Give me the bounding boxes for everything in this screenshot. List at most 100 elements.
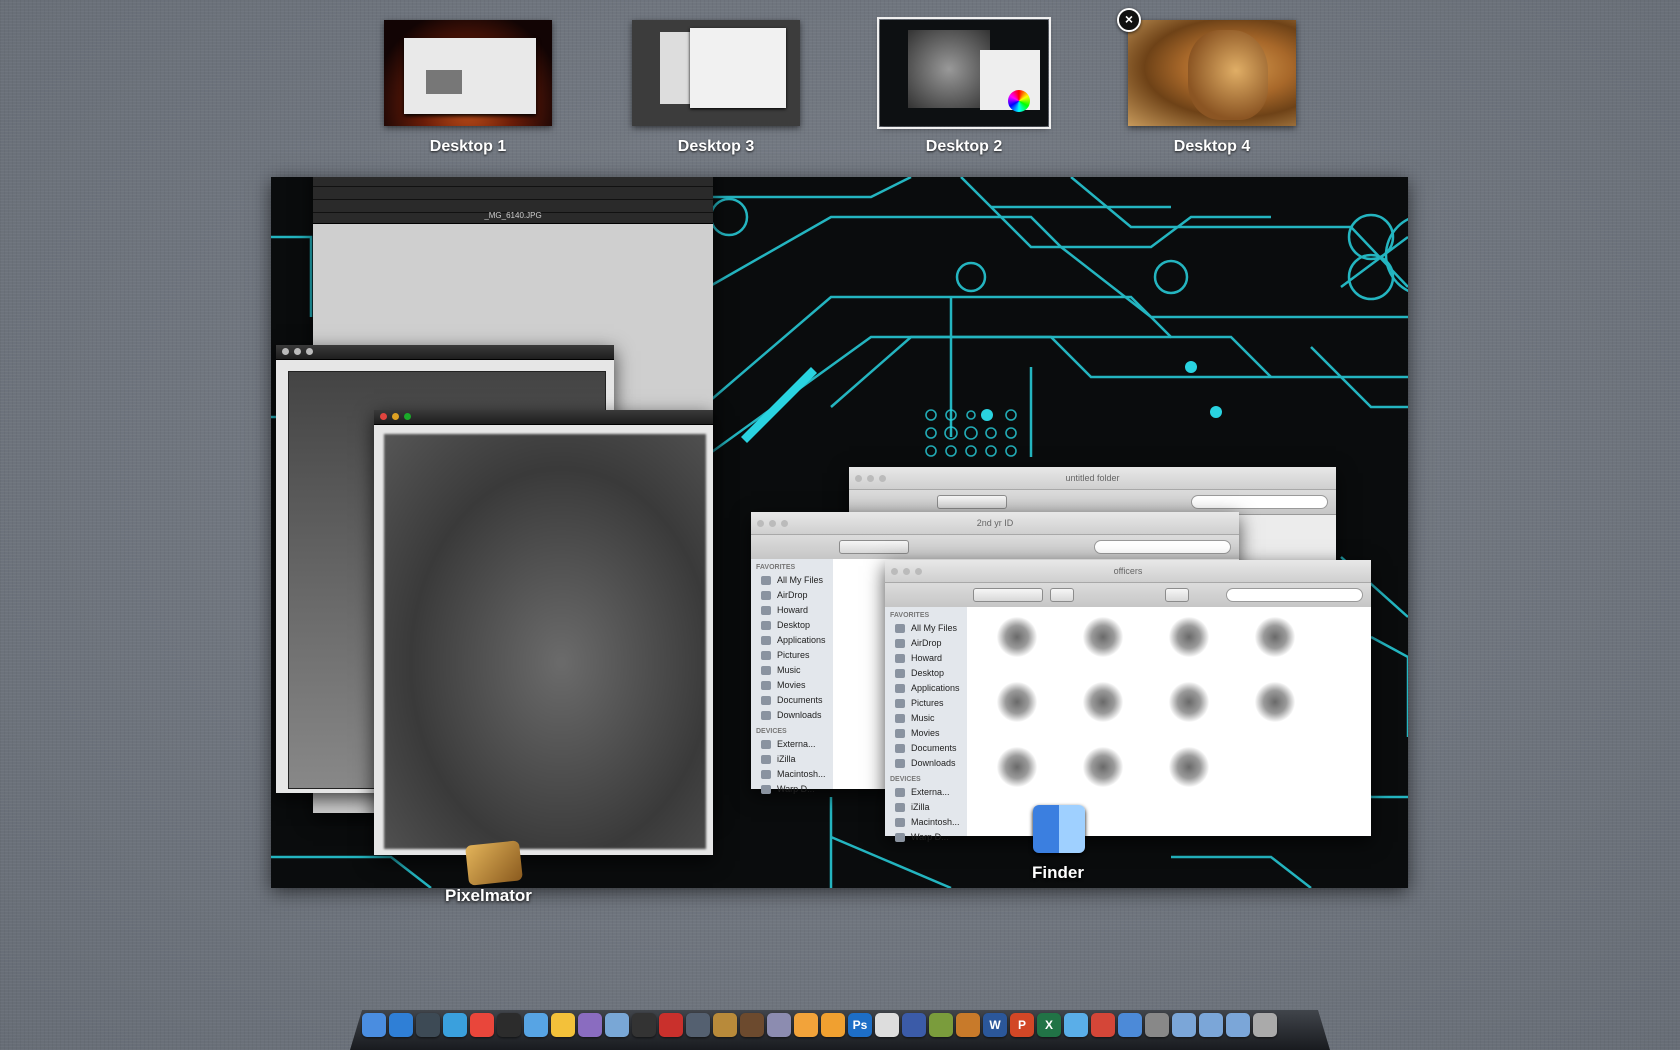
window-controls[interactable] [891, 560, 927, 582]
photoshop-icon[interactable]: Ps [848, 1013, 872, 1037]
acrobat-icon[interactable] [659, 1013, 683, 1037]
sidebar-item-movies[interactable]: Movies [751, 678, 833, 693]
window-controls[interactable] [757, 512, 793, 534]
sidebar-item-music[interactable]: Music [751, 663, 833, 678]
excel-icon[interactable]: X [1037, 1013, 1061, 1037]
window-controls[interactable] [282, 345, 318, 359]
window-titlebar[interactable] [374, 410, 713, 425]
window-titlebar[interactable]: untitled folder [849, 467, 1336, 490]
dashboard-icon[interactable] [497, 1013, 521, 1037]
window-titlebar[interactable]: officers [885, 560, 1371, 583]
sidebar-item-movies[interactable]: Movies [885, 726, 967, 741]
sidebar-item-applications[interactable]: Applications [885, 681, 967, 696]
iphoto-icon[interactable] [605, 1013, 629, 1037]
arrange-button[interactable] [1050, 588, 1074, 602]
sidebar-item-desktop[interactable]: Desktop [885, 666, 967, 681]
window-controls[interactable] [855, 467, 891, 489]
sidebar-item-applications[interactable]: Applications [751, 633, 833, 648]
sidebar-item-airdrop[interactable]: AirDrop [751, 588, 833, 603]
sidebar-item-all-my-files[interactable]: All My Files [885, 621, 967, 636]
sidebar-item-macintosh[interactable]: Macintosh... [885, 815, 967, 830]
chrome-icon[interactable] [470, 1013, 494, 1037]
messenger-icon[interactable] [1064, 1013, 1088, 1037]
sidebar-item-izilla[interactable]: iZilla [885, 800, 967, 815]
file-thumbnail[interactable] [1169, 617, 1209, 657]
app-store-icon[interactable] [389, 1013, 413, 1037]
sidebar-item-warp[interactable]: Warp D... [885, 830, 967, 845]
keynote-icon[interactable] [1118, 1013, 1142, 1037]
sidebar-item-downloads[interactable]: Downloads [885, 756, 967, 771]
finder-window-officers[interactable]: officers FAVORITES All My Files AirDrop … [885, 560, 1371, 842]
file-thumbnail[interactable] [1255, 682, 1295, 722]
file-thumbnail[interactable] [997, 682, 1037, 722]
sidebar-item-documents[interactable]: Documents [751, 693, 833, 708]
file-thumbnail[interactable] [1255, 617, 1295, 657]
file-thumbnail[interactable] [1083, 682, 1123, 722]
sidebar-item-pictures[interactable]: Pictures [885, 696, 967, 711]
window-titlebar[interactable]: _MG_6140.JPG [313, 177, 713, 224]
space-thumbnail[interactable] [1128, 20, 1296, 126]
brush-icon[interactable] [740, 1013, 764, 1037]
word-icon[interactable]: W [983, 1013, 1007, 1037]
sidebar-item-external[interactable]: Externa... [885, 785, 967, 800]
sidebar-item-howard[interactable]: Howard [885, 651, 967, 666]
textwrangler-icon[interactable] [875, 1013, 899, 1037]
sidebar-item-external[interactable]: Externa... [751, 737, 833, 752]
file-thumbnail[interactable] [997, 747, 1037, 787]
view-switcher[interactable] [937, 495, 1007, 509]
pages-icon[interactable] [821, 1013, 845, 1037]
view-switcher[interactable] [973, 588, 1043, 602]
sidebar-item-howard[interactable]: Howard [751, 603, 833, 618]
sidebar-item-downloads[interactable]: Downloads [751, 708, 833, 723]
adium-icon[interactable] [551, 1013, 575, 1037]
finder-icon[interactable] [1033, 805, 1085, 853]
sidebar-item-desktop[interactable]: Desktop [751, 618, 833, 633]
garageband-icon[interactable] [956, 1013, 980, 1037]
sidebar-item-macintosh[interactable]: Macintosh... [751, 767, 833, 782]
trash-icon[interactable] [1253, 1013, 1277, 1037]
file-thumbnail[interactable] [1169, 682, 1209, 722]
iphoto-2-icon[interactable] [794, 1013, 818, 1037]
xcode-icon[interactable] [902, 1013, 926, 1037]
action-button[interactable] [1165, 588, 1189, 602]
pixelmator-icon[interactable] [465, 840, 523, 886]
pixelmator-active-window[interactable] [374, 410, 713, 855]
window-controls[interactable] [380, 410, 416, 424]
powerpoint-icon[interactable]: P [1010, 1013, 1034, 1037]
imovie-icon[interactable] [767, 1013, 791, 1037]
sidebar-item-pictures[interactable]: Pictures [751, 648, 833, 663]
search-input[interactable] [1226, 588, 1363, 602]
app-label-finder[interactable]: Finder [1032, 863, 1084, 883]
coda-icon[interactable] [929, 1013, 953, 1037]
file-thumbnail[interactable] [1169, 747, 1209, 787]
app-label-pixelmator[interactable]: Pixelmator [445, 886, 532, 906]
sidebar-item-warp[interactable]: Warp D... [751, 782, 833, 797]
dvd-player-icon[interactable] [632, 1013, 656, 1037]
image-capture-icon[interactable] [686, 1013, 710, 1037]
sidebar-item-airdrop[interactable]: AirDrop [885, 636, 967, 651]
finder-icon[interactable] [362, 1013, 386, 1037]
window-titlebar[interactable] [276, 345, 614, 360]
close-space-icon[interactable]: × [1117, 8, 1141, 32]
file-thumbnail[interactable] [1083, 617, 1123, 657]
space-thumbnail[interactable] [632, 20, 800, 126]
system-preferences-icon[interactable] [1145, 1013, 1169, 1037]
downloads-folder-icon[interactable] [1226, 1013, 1250, 1037]
sidebar-item-music[interactable]: Music [885, 711, 967, 726]
file-thumbnail[interactable] [1083, 747, 1123, 787]
itunes-icon[interactable] [524, 1013, 548, 1037]
sidebar-item-documents[interactable]: Documents [885, 741, 967, 756]
time-machine-icon[interactable] [416, 1013, 440, 1037]
safari-icon[interactable] [443, 1013, 467, 1037]
gmail-icon[interactable] [1091, 1013, 1115, 1037]
file-thumbnail[interactable] [997, 617, 1037, 657]
applications-folder-icon[interactable] [1172, 1013, 1196, 1037]
space-thumbnail[interactable] [384, 20, 552, 126]
search-input[interactable] [1094, 540, 1231, 554]
pixelmator-icon[interactable] [713, 1013, 737, 1037]
window-titlebar[interactable]: 2nd yr ID [751, 512, 1239, 535]
preview-icon[interactable] [578, 1013, 602, 1037]
search-input[interactable] [1191, 495, 1328, 509]
sidebar-item-all-my-files[interactable]: All My Files [751, 573, 833, 588]
space-thumbnail[interactable] [877, 17, 1051, 129]
